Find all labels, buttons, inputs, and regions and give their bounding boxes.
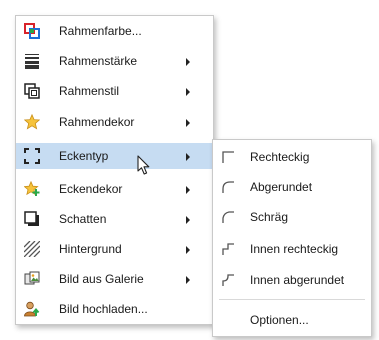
submenu-arrow-icon [186, 153, 190, 161]
menu-item-label: Rahmendekor [59, 115, 135, 129]
submenu-item-label: Innen rechteckig [250, 242, 339, 256]
menu-item-eckentyp[interactable]: Eckentyp [16, 143, 213, 169]
corner-type-icon [24, 148, 40, 164]
menu-item-rahmenstaerke[interactable]: Rahmenstärke [16, 48, 213, 74]
menu-item-label: Rahmenfarbe... [59, 24, 142, 38]
submenu-arrow-icon [186, 119, 190, 127]
context-menu: Rahmenfarbe... Rahmenstärke Rahmenstil R… [15, 15, 214, 325]
menu-item-hintergrund[interactable]: Hintergrund [16, 236, 213, 262]
menu-item-label: Rahmenstärke [59, 54, 138, 68]
gallery-image-icon [24, 271, 40, 287]
menu-item-eckendekor[interactable]: Eckendekor [16, 176, 213, 202]
border-color-icon [24, 23, 40, 39]
menu-item-label: Bild aus Galerie [59, 272, 144, 286]
submenu-item-label: Innen abgerundet [250, 273, 345, 287]
menu-item-rahmendekor[interactable]: Rahmendekor [16, 109, 213, 135]
submenu-item-label: Rechteckig [250, 150, 310, 164]
border-width-icon [24, 53, 40, 69]
menu-item-rahmenfarbe[interactable]: Rahmenfarbe... [16, 18, 213, 44]
menu-item-schatten[interactable]: Schatten [16, 206, 213, 232]
menu-item-label: Eckendekor [59, 182, 123, 196]
menu-item-label: Hintergrund [59, 242, 122, 256]
corner-inner-square-icon [221, 242, 235, 256]
submenu-item-innen-rechteckig[interactable]: Innen rechteckig [213, 236, 371, 262]
submenu-item-schraeg[interactable]: Schräg [213, 204, 371, 230]
submenu-arrow-icon [186, 246, 190, 254]
menu-item-bild-aus-galerie[interactable]: Bild aus Galerie [16, 266, 213, 292]
star-icon [23, 113, 41, 130]
submenu-item-label: Optionen... [250, 313, 309, 327]
submenu-item-rechteckig[interactable]: Rechteckig [213, 144, 371, 170]
upload-image-icon [24, 301, 40, 317]
submenu-arrow-icon [186, 88, 190, 96]
submenu-arrow-icon [186, 186, 190, 194]
submenu-item-label: Schräg [250, 210, 289, 224]
corner-bevel-icon [221, 210, 235, 224]
corner-inner-rounded-icon [221, 273, 235, 287]
corner-type-submenu: Rechteckig Abgerundet Schräg Innen recht… [212, 139, 372, 337]
menu-item-label: Schatten [59, 212, 107, 226]
submenu-item-abgerundet[interactable]: Abgerundet [213, 174, 371, 200]
hatch-background-icon [23, 240, 41, 258]
submenu-item-label: Abgerundet [250, 180, 313, 194]
border-style-icon [24, 83, 40, 99]
submenu-arrow-icon [186, 58, 190, 66]
submenu-item-innen-abgerundet[interactable]: Innen abgerundet [213, 267, 371, 293]
submenu-item-optionen[interactable]: Optionen... [213, 307, 371, 333]
star-plus-icon [23, 180, 40, 197]
menu-item-label: Rahmenstil [59, 84, 120, 98]
submenu-arrow-icon [186, 276, 190, 284]
mouse-pointer-icon [137, 155, 153, 177]
corner-square-icon [221, 150, 235, 164]
shadow-icon [24, 211, 40, 227]
menu-item-label: Eckentyp [59, 149, 109, 163]
submenu-arrow-icon [186, 216, 190, 224]
corner-rounded-icon [221, 180, 235, 194]
menu-item-bild-hochladen[interactable]: Bild hochladen... [16, 296, 213, 322]
menu-item-rahmenstil[interactable]: Rahmenstil [16, 78, 213, 104]
menu-item-label: Bild hochladen... [59, 302, 148, 316]
menu-separator [219, 299, 365, 300]
